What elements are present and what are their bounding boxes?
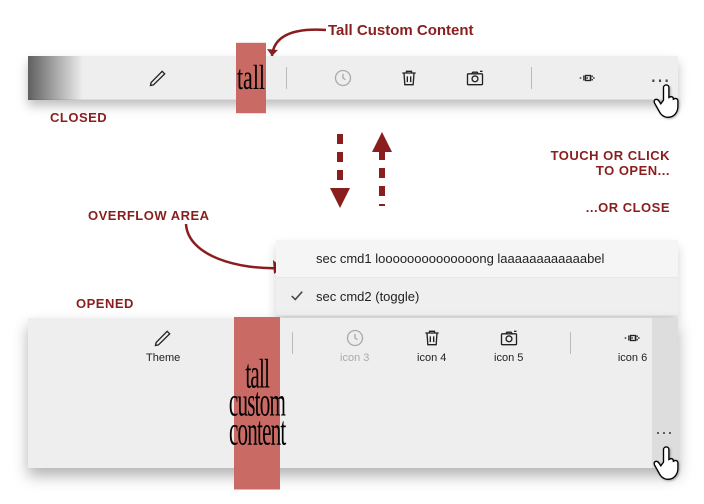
- open-item-icon4[interactable]: icon 4: [416, 328, 447, 364]
- separator: [286, 67, 287, 89]
- separator: [570, 332, 571, 354]
- touch-to-open-label: TOUCH OR CLICK TO OPEN...: [551, 148, 670, 178]
- hand-pointer-icon: [650, 80, 686, 124]
- tall-line: content: [229, 413, 286, 452]
- overflow-item-label: sec cmd1 loooooooooooooong laaaaaaaaaaaa…: [316, 251, 604, 266]
- open-item-label: icon 4: [417, 352, 446, 364]
- overflow-item-1[interactable]: sec cmd1 loooooooooooooong laaaaaaaaaaaa…: [276, 240, 678, 277]
- closed-label: CLOSED: [50, 110, 107, 125]
- closed-icons-row: [148, 56, 654, 100]
- camera-icon[interactable]: [465, 68, 485, 88]
- open-item-icon3[interactable]: icon 3: [339, 328, 370, 364]
- command-bar-opened: Theme icon 3 icon 4 icon 5: [28, 318, 678, 468]
- tall-badge-text: tall: [237, 57, 265, 99]
- pencil-icon[interactable]: [148, 68, 168, 88]
- open-item-label: icon 3: [340, 352, 369, 364]
- overflow-item-2[interactable]: sec cmd2 (toggle): [276, 277, 678, 315]
- tall-content-badge-closed: tall: [236, 43, 266, 113]
- camera-icon: [499, 328, 519, 348]
- open-item-label: icon 5: [494, 352, 523, 364]
- tall-content-label: Tall Custom Content: [328, 22, 474, 39]
- annotation-arrow-tall-icon: [266, 24, 336, 64]
- open-item-theme[interactable]: Theme: [146, 328, 180, 364]
- opened-label: OPENED: [76, 296, 134, 311]
- clock-icon[interactable]: [333, 68, 353, 88]
- overflow-menu: sec cmd1 loooooooooooooong laaaaaaaaaaaa…: [276, 240, 678, 316]
- tall-content-badge-opened: tall custom content: [234, 317, 280, 489]
- open-item-icon6[interactable]: icon 6: [617, 328, 648, 364]
- separator: [531, 67, 532, 89]
- clock-icon: [345, 328, 365, 348]
- crop-icon[interactable]: [578, 68, 598, 88]
- hand-pointer-icon: [650, 442, 686, 486]
- separator: [292, 332, 293, 354]
- open-item-label: icon 6: [618, 352, 647, 364]
- trash-icon[interactable]: [399, 68, 419, 88]
- ellipsis-glyph: ⋯: [655, 423, 675, 444]
- opened-icons-row: Theme icon 3 icon 4 icon 5: [146, 328, 648, 384]
- check-icon: [290, 289, 304, 303]
- crop-icon: [623, 328, 643, 348]
- open-item-label: Theme: [146, 352, 180, 364]
- overflow-item-label: sec cmd2 (toggle): [316, 289, 419, 304]
- trash-icon: [422, 328, 442, 348]
- pencil-icon: [153, 328, 173, 348]
- or-close-label: ...OR CLOSE: [586, 200, 670, 215]
- arrow-down-icon: [328, 130, 352, 210]
- fade-gradient: [28, 56, 83, 100]
- open-item-icon5[interactable]: icon 5: [493, 328, 524, 364]
- arrow-up-icon: [370, 130, 394, 210]
- command-bar-closed: [28, 56, 678, 100]
